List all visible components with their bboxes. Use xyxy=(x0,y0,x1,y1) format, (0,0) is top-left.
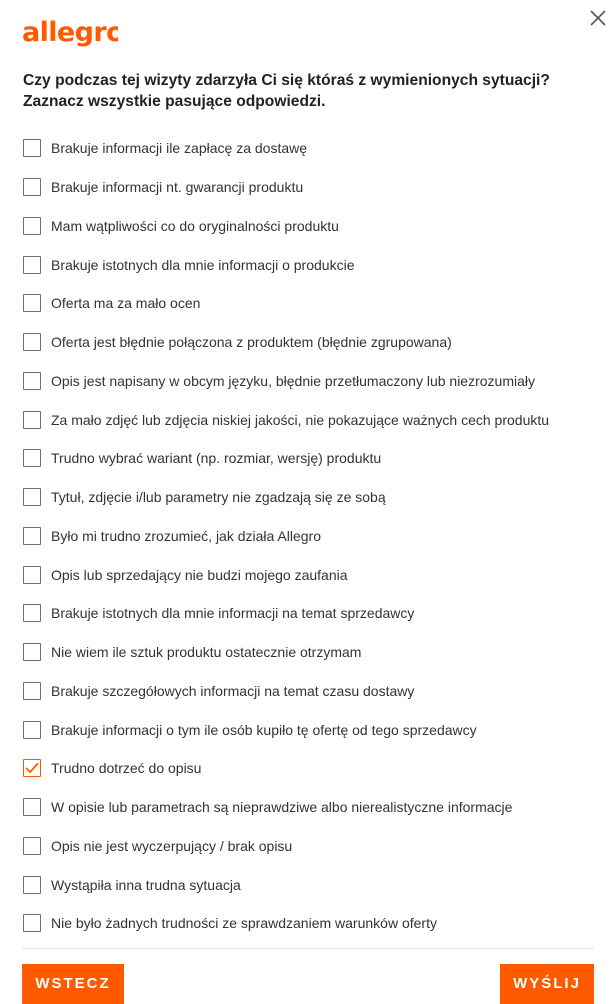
option-checkbox[interactable] xyxy=(23,333,41,352)
checkmark-icon xyxy=(25,763,39,774)
option-checkbox[interactable] xyxy=(23,178,41,197)
option-row[interactable]: Brakuje informacji nt. gwarancji produkt… xyxy=(23,168,593,207)
option-row[interactable]: Mam wątpliwości co do oryginalności prod… xyxy=(23,207,593,246)
option-checkbox[interactable] xyxy=(23,836,41,855)
allegro-logo-mark: allegro xyxy=(22,17,125,48)
option-label: Wystąpiła inna trudna sytuacja xyxy=(51,876,241,893)
option-checkbox[interactable] xyxy=(23,216,41,235)
option-label: Oferta ma za mało ocen xyxy=(51,295,201,312)
options-list: Brakuje informacji ile zapłacę za dostaw… xyxy=(23,129,593,943)
option-row[interactable]: Za mało zdjęć lub zdjęcia niskiej jakośc… xyxy=(23,400,593,439)
option-row[interactable]: Opis lub sprzedający nie budzi mojego za… xyxy=(23,555,593,594)
option-label: Trudno wybrać wariant (np. rozmiar, wers… xyxy=(51,450,382,467)
option-checkbox[interactable] xyxy=(23,410,41,429)
option-label: Było mi trudno zrozumieć, jak działa All… xyxy=(51,527,322,544)
option-label: Tytuł, zdjęcie i/lub parametry nie zgadz… xyxy=(51,489,386,506)
option-label: Za mało zdjęć lub zdjęcia niskiej jakośc… xyxy=(51,411,550,428)
option-row[interactable]: Opis nie jest wyczerpujący / brak opisu xyxy=(23,827,593,866)
option-checkbox[interactable] xyxy=(23,371,41,390)
option-checkbox[interactable] xyxy=(23,681,41,700)
option-label: Nie było żadnych trudności ze sprawdzani… xyxy=(51,915,437,932)
option-row[interactable]: Oferta jest błędnie połączona z produkte… xyxy=(23,323,593,362)
option-label: W opisie lub parametrach są nieprawdziwe… xyxy=(51,799,513,816)
option-row[interactable]: W opisie lub parametrach są nieprawdziwe… xyxy=(23,788,593,827)
option-checkbox[interactable] xyxy=(23,255,41,274)
allegro-logo: allegro xyxy=(22,16,125,60)
option-label: Opis lub sprzedający nie budzi mojego za… xyxy=(51,566,348,583)
option-row[interactable]: Nie było żadnych trudności ze sprawdzani… xyxy=(23,904,593,943)
option-checkbox[interactable] xyxy=(23,139,41,158)
option-row[interactable]: Brakuje istotnych dla mnie informacji o … xyxy=(23,245,593,284)
allegro-logo-text: allegro xyxy=(22,17,118,48)
option-checkbox[interactable] xyxy=(23,759,41,778)
option-checkbox[interactable] xyxy=(23,643,41,662)
option-row[interactable]: Tytuł, zdjęcie i/lub parametry nie zgadz… xyxy=(23,478,593,517)
option-row[interactable]: Brakuje informacji ile zapłacę za dostaw… xyxy=(23,129,593,168)
option-label: Brakuje informacji ile zapłacę za dostaw… xyxy=(51,140,308,157)
option-label: Oferta jest błędnie połączona z produkte… xyxy=(51,334,452,351)
option-label: Nie wiem ile sztuk produktu ostatecznie … xyxy=(51,644,362,661)
option-checkbox[interactable] xyxy=(23,875,41,894)
option-row[interactable]: Brakuje informacji o tym ile osób kupiło… xyxy=(23,710,593,749)
option-checkbox[interactable] xyxy=(23,720,41,739)
option-row[interactable]: Wystąpiła inna trudna sytuacja xyxy=(23,865,593,904)
option-checkbox[interactable] xyxy=(23,798,41,817)
survey-question: Czy podczas tej wizyty zdarzyła Ci się k… xyxy=(23,70,593,112)
option-label: Brakuje istotnych dla mnie informacji na… xyxy=(51,605,415,622)
option-label: Brakuje informacji o tym ile osób kupiło… xyxy=(51,721,477,738)
option-checkbox[interactable] xyxy=(23,914,41,933)
question-line-1: Czy podczas tej wizyty zdarzyła Ci się k… xyxy=(23,72,550,89)
option-row[interactable]: Było mi trudno zrozumieć, jak działa All… xyxy=(23,517,593,556)
close-button[interactable] xyxy=(588,8,608,28)
option-label: Mam wątpliwości co do oryginalności prod… xyxy=(51,217,339,234)
option-label: Opis jest napisany w obcym języku, błędn… xyxy=(51,372,535,389)
option-label: Brakuje istotnych dla mnie informacji o … xyxy=(51,256,355,273)
divider xyxy=(22,948,594,949)
option-checkbox[interactable] xyxy=(23,449,41,468)
option-row[interactable]: Brakuje szczegółowych informacji na tema… xyxy=(23,672,593,711)
question-line-2: Zaznacz wszystkie pasujące odpowiedzi. xyxy=(23,93,326,110)
option-label: Brakuje szczegółowych informacji na tema… xyxy=(51,682,415,699)
option-checkbox[interactable] xyxy=(23,526,41,545)
option-row[interactable]: Trudno wybrać wariant (np. rozmiar, wers… xyxy=(23,439,593,478)
close-icon xyxy=(590,10,606,26)
option-row[interactable]: Nie wiem ile sztuk produktu ostatecznie … xyxy=(23,633,593,672)
option-checkbox[interactable] xyxy=(23,604,41,623)
option-row[interactable]: Trudno dotrzeć do opisu xyxy=(23,749,593,788)
option-label: Trudno dotrzeć do opisu xyxy=(51,760,202,777)
back-button[interactable]: WSTECZ xyxy=(22,964,124,1004)
option-label: Brakuje informacji nt. gwarancji produkt… xyxy=(51,179,304,196)
option-row[interactable]: Brakuje istotnych dla mnie informacji na… xyxy=(23,594,593,633)
option-label: Opis nie jest wyczerpujący / brak opisu xyxy=(51,837,293,854)
send-button[interactable]: WYŚLIJ xyxy=(500,964,594,1004)
option-row[interactable]: Opis jest napisany w obcym języku, błędn… xyxy=(23,362,593,401)
option-checkbox[interactable] xyxy=(23,294,41,313)
option-checkbox[interactable] xyxy=(23,565,41,584)
option-checkbox[interactable] xyxy=(23,488,41,507)
option-row[interactable]: Oferta ma za mało ocen xyxy=(23,284,593,323)
